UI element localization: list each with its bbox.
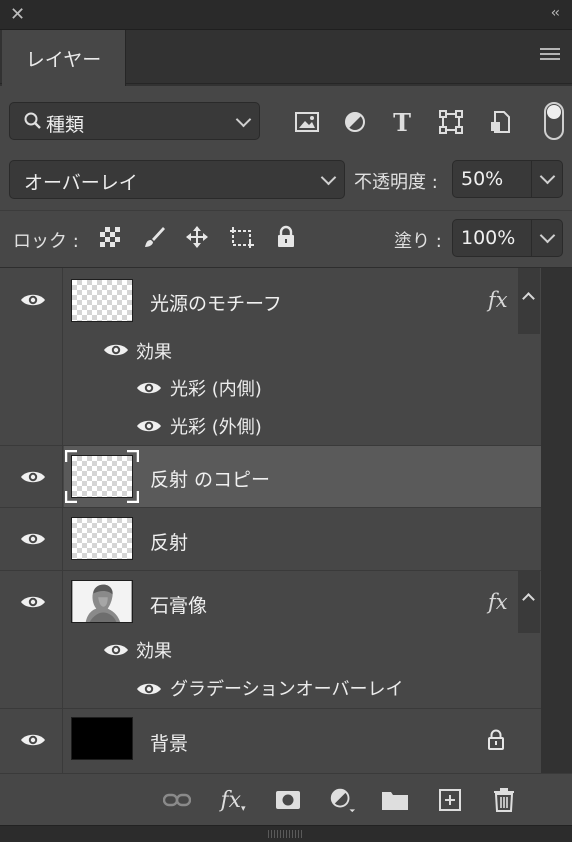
layer-name: 光源のモチーフ (150, 293, 282, 315)
chevron-up-icon (522, 593, 535, 606)
new-layer-icon[interactable] (436, 787, 464, 813)
chevron-down-icon (539, 227, 556, 244)
panel-title-bar (0, 0, 572, 30)
effect-item[interactable]: 光彩 (内側) (170, 375, 262, 401)
filter-pixel-icon[interactable] (294, 109, 320, 135)
filter-type-icon[interactable]: T (389, 108, 415, 137)
blend-mode-dropdown[interactable]: オーバーレイ (9, 160, 345, 199)
layer-row[interactable]: 背景 (0, 709, 541, 773)
layer-effects-icon[interactable]: fx (488, 590, 508, 614)
chevron-down-icon (320, 169, 337, 186)
tab-layers-label: レイヤー (25, 48, 102, 71)
link-layers-icon[interactable] (163, 787, 191, 813)
fill-value: 100% (461, 227, 516, 249)
layer-thumbnail (71, 717, 133, 760)
visibility-eye-icon[interactable] (20, 292, 46, 308)
filter-kind-label: 種類 (46, 114, 85, 136)
resize-grip[interactable] (0, 825, 572, 842)
effects-label: 効果 (136, 342, 172, 363)
layer-row[interactable]: 反射 (0, 508, 541, 571)
opacity-input[interactable]: 50% (452, 160, 532, 198)
effects-label: 効果 (136, 641, 172, 662)
divider (0, 210, 572, 211)
opacity-value: 50% (461, 168, 504, 190)
filter-shape-icon[interactable] (438, 109, 464, 135)
visibility-eye-icon[interactable] (103, 642, 129, 658)
effect-item[interactable]: 光彩 (外側) (170, 413, 262, 439)
lock-transparent-pixels-icon[interactable] (97, 224, 123, 250)
selection-corner-brackets (65, 450, 139, 503)
layer-lock-icon[interactable] (487, 729, 505, 751)
fill-input[interactable]: 100% (452, 219, 532, 257)
search-icon (24, 112, 41, 129)
filter-kind-dropdown[interactable]: 種類 (9, 102, 260, 140)
lock-all-icon[interactable] (273, 224, 299, 250)
close-icon[interactable]: ✕ (10, 4, 25, 25)
visibility-eye-icon[interactable] (136, 418, 162, 434)
add-mask-icon[interactable] (274, 787, 302, 813)
chevron-down-icon (539, 168, 556, 185)
fill-label: 塗り : (394, 231, 442, 252)
collapse-icon[interactable]: ‹‹ (551, 5, 560, 21)
layer-name: 石膏像 (150, 595, 208, 617)
layer-thumbnail-statue (71, 580, 133, 623)
new-group-folder-icon[interactable] (381, 787, 409, 813)
visibility-eye-icon[interactable] (103, 342, 129, 358)
visibility-eye-icon[interactable] (136, 681, 162, 697)
layer-name: 反射 (150, 532, 189, 554)
layer-name: 背景 (150, 733, 189, 755)
lock-label: ロック : (13, 231, 79, 252)
layer-name: 反射 のコピー (150, 469, 271, 491)
lock-artboard-icon[interactable] (229, 224, 255, 250)
visibility-eye-icon[interactable] (20, 531, 46, 547)
new-adjustment-layer-icon[interactable] (328, 787, 356, 813)
layer-row-selected[interactable]: 反射 のコピー (0, 446, 541, 508)
filter-smart-object-icon[interactable] (487, 109, 513, 135)
lock-position-move-icon[interactable] (184, 224, 210, 250)
layer-thumbnail (71, 279, 133, 322)
layer-thumbnail (71, 517, 133, 560)
panel-menu-icon[interactable] (540, 48, 560, 63)
opacity-dropdown-button[interactable] (531, 160, 563, 198)
layer-row[interactable]: 光源のモチーフ fx 効果 光彩 (内側) 光彩 (外側) (0, 268, 541, 446)
lock-image-pixels-brush-icon[interactable] (141, 224, 167, 250)
filter-adjustment-icon[interactable] (342, 109, 368, 135)
fill-dropdown-button[interactable] (531, 219, 563, 257)
effect-item[interactable]: グラデーションオーバーレイ (170, 675, 403, 701)
chevron-up-icon (522, 292, 535, 305)
opacity-label: 不透明度 : (354, 172, 438, 193)
delete-layer-trash-icon[interactable] (490, 787, 518, 813)
visibility-eye-icon[interactable] (20, 594, 46, 610)
add-layer-style-icon[interactable]: fx ▾ (219, 787, 247, 815)
expand-effects-toggle[interactable] (518, 571, 540, 633)
chevron-down-icon (235, 111, 252, 128)
expand-effects-toggle[interactable] (518, 268, 540, 334)
visibility-eye-icon[interactable] (136, 380, 162, 396)
filter-toggle-switch[interactable] (544, 102, 564, 140)
layers-scrollbar[interactable] (541, 268, 572, 773)
layer-effects-icon[interactable]: fx (488, 288, 508, 312)
tab-layers[interactable]: レイヤー (2, 30, 126, 86)
visibility-eye-icon[interactable] (20, 732, 46, 748)
visibility-eye-icon[interactable] (20, 469, 46, 485)
layer-row[interactable]: 石膏像 fx 効果 グラデーションオーバーレイ (0, 571, 541, 709)
blend-mode-label: オーバーレイ (24, 172, 138, 194)
